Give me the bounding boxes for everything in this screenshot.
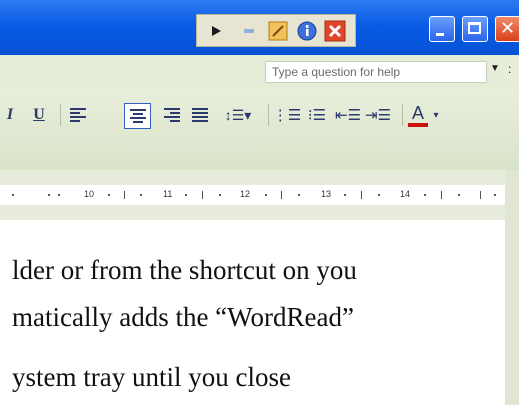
chevron-down-icon[interactable]: ▾ [430, 103, 442, 127]
toolbar-separator [60, 104, 61, 126]
document-line: ystem tray until you close [12, 362, 291, 392]
italic-button[interactable]: I [2, 103, 18, 127]
close-icon[interactable] [324, 20, 346, 42]
wand-icon[interactable] [267, 20, 289, 42]
horizontal-ruler[interactable]: 10 11 12 13 14 [0, 185, 505, 205]
ruler-mark: 10 [84, 189, 95, 199]
ruler-mark: 14 [400, 189, 411, 199]
maximize-icon [468, 22, 481, 34]
document-line: matically adds the “WordRead” [12, 302, 354, 332]
bulleted-list-icon: ⁝☰ [307, 107, 327, 124]
window-close-button[interactable]: ✕ [495, 16, 519, 42]
align-center-icon [129, 109, 146, 123]
numbering-button[interactable]: ⋮☰ [272, 103, 302, 127]
document-line: lder or from the shortcut on you [12, 255, 357, 285]
align-right-button[interactable] [160, 103, 184, 127]
align-left-icon [70, 108, 86, 122]
menu-bar: Type a question for help ▼ : [0, 55, 519, 90]
numbered-list-icon: ⋮☰ [272, 107, 302, 124]
line-spacing-button[interactable]: ↕☰▾ [218, 103, 258, 127]
justify-icon [192, 108, 208, 122]
ruler-mark: 11 [163, 189, 173, 199]
help-search-input[interactable]: Type a question for help [265, 61, 487, 83]
decrease-indent-button[interactable]: ⇤☰ [335, 103, 362, 127]
close-x-icon: ✕ [500, 18, 516, 39]
ruler-mark: 12 [240, 189, 251, 199]
minimize-button[interactable] [429, 16, 455, 42]
info-icon[interactable] [296, 20, 318, 42]
toolbar-options-icon[interactable]: : [508, 62, 511, 76]
toolbar-separator [268, 104, 269, 126]
underline-button[interactable]: U [30, 103, 48, 127]
minimize-icon [436, 33, 444, 36]
font-color-button[interactable]: A [408, 103, 428, 127]
align-left-button[interactable] [66, 103, 90, 127]
maximize-button[interactable] [462, 16, 488, 42]
toolbar-separator [402, 104, 403, 126]
bullets-button[interactable]: ⁝☰ [306, 103, 328, 127]
align-center-button[interactable] [124, 103, 151, 129]
ruler-area: 10 11 12 13 14 [0, 170, 519, 220]
title-bar: ✕ [0, 0, 519, 55]
increase-indent-icon: ⇥☰ [365, 107, 392, 124]
increase-indent-button[interactable]: ⇥☰ [365, 103, 392, 127]
document-page[interactable]: lder or from the shortcut on you matical… [0, 220, 505, 405]
formatting-toolbar: I U ↕☰▾ ⋮☰ ⁝☰ ⇤☰ ⇥☰ A ▾ [0, 90, 519, 170]
stop-icon[interactable] [238, 20, 260, 42]
decrease-indent-icon: ⇤☰ [335, 107, 362, 124]
justify-button[interactable] [188, 103, 212, 127]
line-spacing-icon: ↕☰▾ [224, 106, 252, 123]
play-icon[interactable] [205, 20, 227, 42]
vertical-scrollbar[interactable] [505, 170, 519, 405]
ruler-mark: 13 [321, 189, 332, 199]
chevron-down-icon[interactable]: ▼ [490, 63, 500, 74]
wordread-toolbar [196, 14, 356, 47]
align-right-icon [164, 108, 180, 122]
